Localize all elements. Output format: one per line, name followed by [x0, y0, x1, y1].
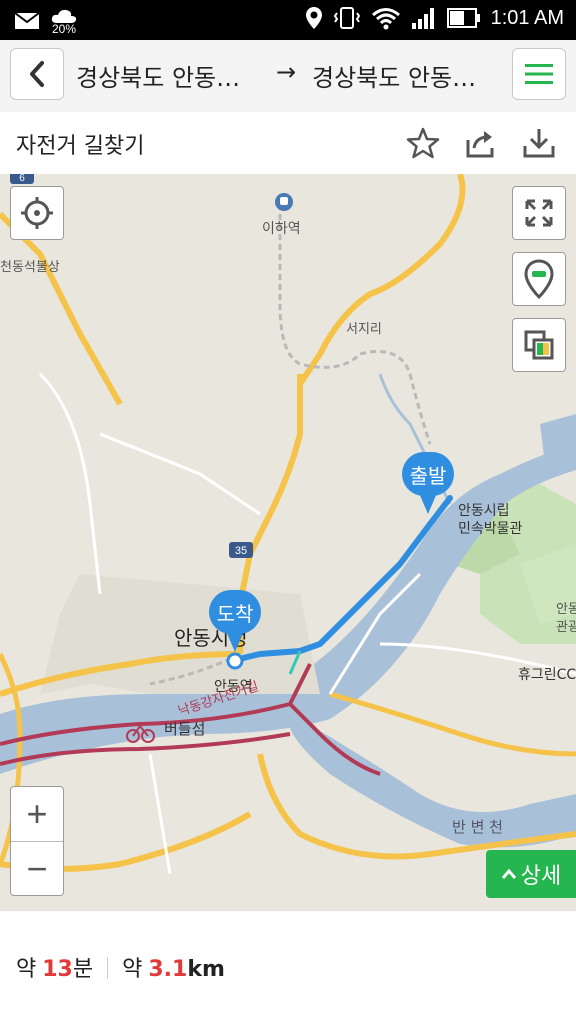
route-summary: 약 13 분 약 3.1 km: [0, 910, 576, 1025]
vibrate-icon: [333, 7, 360, 29]
summary-divider: [107, 957, 109, 979]
back-button[interactable]: [10, 48, 64, 100]
map-label-seoji: 서지리: [346, 322, 382, 337]
expand-icon: [525, 199, 553, 227]
distance-unit: km: [187, 957, 225, 982]
route-6-shield: 6: [19, 174, 25, 184]
layers-icon: [524, 330, 554, 360]
map-label-hugreen: 휴그린CC: [518, 667, 576, 683]
share-icon[interactable]: [464, 126, 498, 160]
star-icon[interactable]: [406, 126, 440, 160]
layers-button[interactable]: [512, 318, 566, 372]
time-unit: 분: [72, 957, 94, 982]
zoom-out-button[interactable]: −: [11, 842, 63, 896]
location-icon: [305, 7, 322, 29]
route-pin-toggle-button[interactable]: [512, 252, 566, 306]
page-title: 자전거 길찾기: [16, 134, 145, 159]
signal-icon: [411, 8, 434, 29]
title-bar: 자전거 길찾기: [0, 112, 576, 174]
wifi-icon: [371, 8, 400, 30]
distance-prefix: 약: [122, 957, 143, 982]
detail-label: 상세: [520, 864, 562, 889]
start-pin[interactable]: 출발: [402, 452, 454, 522]
map-canvas[interactable]: 35 6: [0, 174, 576, 910]
time-prefix: 약: [16, 957, 37, 982]
mail-icon: [14, 12, 40, 29]
crosshair-icon: [21, 197, 53, 229]
map-label-andong-right: 안동: [556, 602, 576, 617]
clock: 1:01 AM: [490, 6, 564, 29]
download-icon[interactable]: [522, 126, 556, 160]
my-location-button[interactable]: [10, 186, 64, 240]
start-pin-label: 출발: [402, 452, 454, 496]
weather-percent: 20%: [52, 22, 77, 36]
zoom-control: + −: [10, 786, 64, 896]
map-label-banbyeon: 반 변 천: [452, 818, 503, 836]
menu-button[interactable]: [512, 48, 566, 100]
fullscreen-button[interactable]: [512, 186, 566, 240]
end-pin[interactable]: 도착: [209, 590, 261, 660]
zoom-in-button[interactable]: +: [11, 787, 63, 842]
battery-icon: [446, 8, 480, 28]
map-label-station-top: 이하역: [262, 221, 301, 237]
map-view[interactable]: 35 6 이하역 서지리 천동석불상 안동시립 민속박물관 안동시청 안동역 버…: [0, 174, 576, 910]
map-label-gwan: 관광: [556, 620, 576, 635]
distance-value: 3.1: [148, 957, 188, 982]
end-pin-label: 도착: [209, 590, 261, 634]
weather-cloud-icon: 20%: [50, 8, 82, 36]
route-35-shield: 35: [235, 545, 247, 557]
detail-button[interactable]: 상세: [486, 850, 576, 898]
chevron-up-icon: [501, 868, 516, 879]
map-label-museum-2: 민속박물관: [458, 521, 523, 537]
chevron-left-icon: [30, 61, 44, 87]
time-value: 13: [42, 957, 73, 982]
route-destination[interactable]: 경상북도 안동…: [312, 58, 476, 93]
route-arrow: →: [276, 58, 297, 86]
summary-line: 약 13 분 약 3.1 km: [16, 951, 225, 983]
map-label-museum-1: 안동시립: [458, 503, 510, 519]
map-label-beodeulseom: 버들섬: [164, 720, 206, 738]
status-bar: 20% 1:01 AM: [0, 0, 576, 40]
route-origin[interactable]: 경상북도 안동…: [76, 58, 240, 93]
map-pin-icon: [524, 259, 554, 299]
route-header: 경상북도 안동… → 경상북도 안동…: [0, 40, 576, 113]
hamburger-menu-icon: [525, 64, 553, 84]
map-label-cheondong: 천동석불상: [0, 260, 60, 275]
